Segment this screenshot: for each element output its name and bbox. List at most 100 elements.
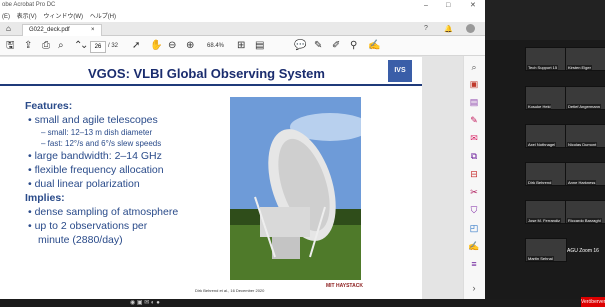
- sign-icon[interactable]: ✍: [368, 40, 380, 52]
- bullet-item: • large bandwidth: 2–14 GHz: [28, 150, 162, 162]
- participant-name: Jose M. Ferrandiz: [527, 218, 562, 223]
- create-pdf-icon[interactable]: ▤: [468, 96, 480, 108]
- help-icon[interactable]: ?: [424, 25, 428, 32]
- print-icon[interactable]: ⎙: [42, 40, 50, 52]
- tab-close-icon[interactable]: ×: [91, 27, 95, 33]
- sub-bullet-text: fast: 12°/s and 6°/s slew speeds: [47, 139, 162, 148]
- page-number-input[interactable]: 26: [90, 41, 106, 53]
- maximize-icon[interactable]: □: [446, 0, 450, 12]
- participant-tile[interactable]: Detlef Angermann: [565, 86, 605, 110]
- export-pdf-icon[interactable]: ▣: [468, 78, 480, 90]
- participant-tile[interactable]: Dirk Behrend: [525, 162, 567, 186]
- slide-bullets: Features: • small and agile telescopes –…: [25, 99, 225, 247]
- bullet-item: • dense sampling of atmosphere: [28, 206, 179, 218]
- redact-icon[interactable]: ✂: [468, 186, 480, 198]
- fit-page-icon[interactable]: ⊞: [237, 40, 245, 52]
- menu-view[interactable]: 表示(V): [17, 12, 37, 22]
- next-page-icon[interactable]: ⌄: [80, 40, 88, 52]
- participant-tile[interactable]: Kosuke Heki: [525, 86, 567, 110]
- participant-tile[interactable]: Axel Nothnagel: [525, 124, 567, 148]
- combine-icon[interactable]: ⧉: [468, 150, 480, 162]
- tab-bar: ⌂ G022_deck.pdf × ? 🔔: [0, 22, 485, 37]
- page-tools-icon[interactable]: ▤: [255, 40, 264, 52]
- page-total: / 32: [108, 43, 119, 49]
- bullet-item-continued: minute (2880/day): [38, 234, 123, 246]
- mit-haystack-logo: MIT HAYSTACK: [326, 283, 363, 289]
- participant-name: Tech Support 15: [527, 65, 559, 70]
- draw-icon[interactable]: ✐: [332, 40, 340, 52]
- menu-window[interactable]: ウィンドウ(W): [43, 12, 83, 22]
- ivs-logo: IVS: [388, 60, 412, 82]
- home-icon[interactable]: ⌂: [6, 24, 11, 33]
- slide-title: VGOS: VLBI Global Observing System: [88, 66, 325, 81]
- more-tools-icon[interactable]: ≡: [468, 258, 480, 270]
- search-icon[interactable]: ⌕: [468, 61, 480, 73]
- participant-tile[interactable]: Tech Support 15: [525, 47, 567, 71]
- slide-footer: Dirk Behrend et al., 16 December 2020: [195, 288, 265, 293]
- participant-tile[interactable]: Kirsten Elger: [565, 47, 605, 71]
- bullet-text: up to 2 observations per: [34, 220, 148, 232]
- optimize-icon[interactable]: ◰: [468, 222, 480, 234]
- bullet-text: large bandwidth: 2–14 GHz: [34, 150, 162, 162]
- features-heading: Features:: [25, 100, 73, 112]
- participant-name: Axel Nothnagel: [527, 142, 557, 147]
- title-bar: obe Acrobat Pro DC – □ ✕: [0, 0, 485, 12]
- telescope-photo: [230, 97, 361, 280]
- participant-name: Riccardo Barzaghi: [567, 218, 602, 223]
- participant-name: Anne Harkness: [567, 180, 597, 185]
- participant-tile[interactable]: Martin Sehnal: [525, 238, 567, 262]
- zoom-gallery: Tech Support 15 Kirsten Elger Kosuke Hek…: [485, 0, 605, 299]
- highlight-icon[interactable]: ✎: [314, 40, 322, 52]
- upload-icon[interactable]: ⇪: [24, 40, 32, 52]
- close-icon[interactable]: ✕: [470, 0, 476, 12]
- zoom-room-label: AGU Zoom 16: [567, 248, 599, 254]
- menu-edit[interactable]: (E): [2, 12, 10, 22]
- zoom-out-icon[interactable]: ⊖: [168, 40, 176, 52]
- zoom-level[interactable]: 68.4%: [207, 41, 224, 51]
- bell-icon[interactable]: 🔔: [444, 25, 453, 33]
- bullet-item: • dual linear polarization: [28, 178, 140, 190]
- hand-icon[interactable]: ✋: [150, 40, 162, 52]
- ivs-logo-text: IVS: [394, 67, 406, 74]
- protect-icon[interactable]: ⛉: [468, 204, 480, 216]
- avatar[interactable]: [466, 24, 475, 33]
- window-title: obe Acrobat Pro DC: [2, 2, 56, 8]
- minimize-icon[interactable]: –: [424, 0, 428, 12]
- save-icon[interactable]: 🖫: [6, 40, 15, 52]
- tools-pane: ⌕ ▣ ▤ ✎ ✉ ⧉ ⊟ ✂ ⛉ ◰ ✍ ≡ ›: [463, 56, 485, 299]
- zoom-header: [485, 0, 605, 40]
- title-divider: [0, 84, 422, 86]
- comment-icon[interactable]: 💬: [294, 40, 306, 52]
- implies-heading: Implies:: [25, 192, 65, 204]
- bullet-text: dual linear polarization: [34, 178, 140, 190]
- slide-page: VGOS: VLBI Global Observing System IVS F…: [0, 57, 422, 300]
- participant-name: Martin Sehnal: [527, 256, 554, 261]
- participant-tile[interactable]: Nicolas Dumont: [565, 124, 605, 148]
- bullet-item: • flexible frequency allocation: [28, 164, 164, 176]
- bullet-text: flexible frequency allocation: [34, 164, 164, 176]
- select-cursor-icon[interactable]: ➚: [132, 40, 140, 52]
- tab-label: G022_deck.pdf: [29, 27, 70, 33]
- taskbar-icons[interactable]: ◉ ▣ ✉ ◐ ●: [130, 299, 160, 306]
- edit-pdf-icon[interactable]: ✎: [468, 114, 480, 126]
- menu-help[interactable]: ヘルプ(H): [90, 12, 116, 22]
- stamp-icon[interactable]: ⚲: [350, 40, 357, 52]
- participant-name: Detlef Angermann: [567, 104, 602, 109]
- organize-icon[interactable]: ⊟: [468, 168, 480, 180]
- sub-bullet-text: small: 12–13 m dish diameter: [47, 128, 153, 137]
- participant-tile[interactable]: Anne Harkness: [565, 162, 605, 186]
- zoom-in-icon[interactable]: ⊕: [186, 40, 194, 52]
- bullet-item: • small and agile telescopes: [28, 114, 158, 126]
- collapse-pane-icon[interactable]: ›: [468, 282, 480, 294]
- bullet-text: dense sampling of atmosphere: [34, 206, 179, 218]
- bullet-item: • up to 2 observations per: [28, 220, 148, 232]
- comment-tool-icon[interactable]: ✉: [468, 132, 480, 144]
- participant-name: Kosuke Heki: [527, 104, 552, 109]
- participant-tile[interactable]: Jose M. Ferrandiz: [525, 200, 567, 224]
- participant-tile[interactable]: Riccardo Barzaghi: [565, 200, 605, 224]
- bullet-text: small and agile telescopes: [34, 114, 158, 126]
- zoom-search-icon[interactable]: ⌕: [58, 40, 64, 52]
- fill-sign-icon[interactable]: ✍: [468, 240, 480, 252]
- record-badge[interactable]: Veröbervers: [581, 297, 605, 307]
- participant-name: Nicolas Dumont: [567, 142, 598, 147]
